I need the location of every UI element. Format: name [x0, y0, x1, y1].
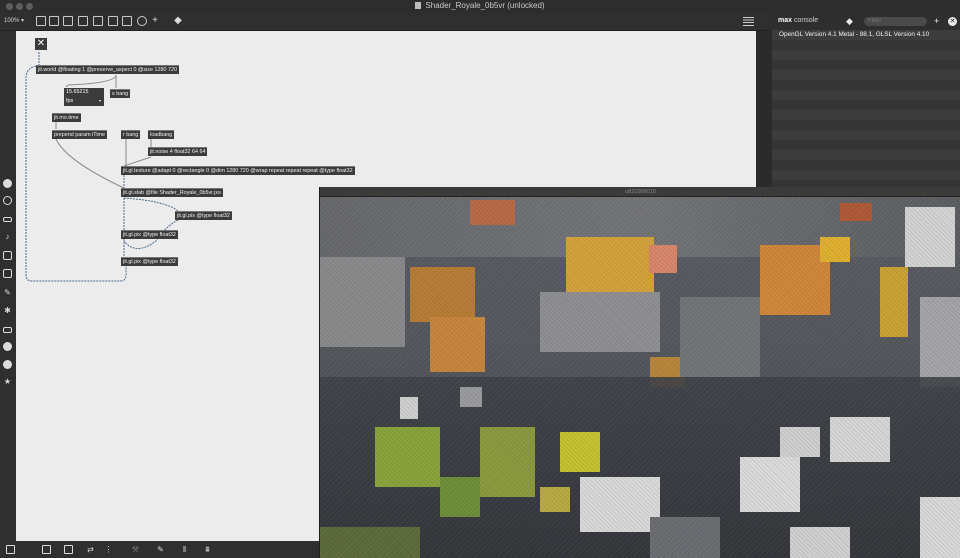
object-prepend[interactable]: prepend param iTime	[52, 130, 108, 139]
inspector-icon[interactable]	[3, 217, 12, 222]
cord-slab-pix-right[interactable]	[123, 197, 179, 212]
toggle-object-icon[interactable]	[108, 16, 118, 26]
debug-icon[interactable]	[3, 251, 12, 260]
fps-number-box[interactable]: 15.65215 fps ▾	[64, 88, 104, 106]
lock-icon[interactable]: ◆	[173, 16, 183, 26]
close-patch-button[interactable]: ✕	[35, 38, 47, 50]
cord-noise-texture[interactable]	[123, 156, 152, 167]
list-icon[interactable]: ⋮	[104, 545, 113, 554]
image-icon[interactable]	[3, 269, 12, 278]
left-sidebar: ♪ ✎ ✱ ★	[0, 31, 16, 541]
grid-icon[interactable]	[64, 545, 73, 554]
music-note-icon[interactable]: ♪	[3, 232, 12, 241]
console-header: max console ◆ + ✕	[772, 13, 960, 30]
fps-value: 15.65215	[66, 89, 89, 95]
object-jit-gl-texture[interactable]: jit.gl.texture @adapt 0 @rectangle 0 @di…	[121, 166, 355, 175]
chevron-down-icon: ▾	[98, 98, 101, 103]
debug-disabled-icon: ⚒	[131, 545, 140, 554]
object-jit-gl-pix-right[interactable]: jit.gl.pix @type float32	[175, 211, 232, 220]
render-window[interactable]: u821009010	[319, 187, 960, 558]
wrench-icon[interactable]: ✎	[156, 545, 165, 554]
dial-object-icon[interactable]	[137, 16, 147, 26]
console-line[interactable]: OpenGL Version 4.1 Metal - 88.1, GLSL Ve…	[779, 31, 929, 38]
document-icon	[415, 2, 422, 9]
add-icon[interactable]: +	[150, 16, 160, 26]
slider-object-icon[interactable]	[122, 16, 132, 26]
options-icon[interactable]: ◆	[846, 16, 853, 26]
object-jit-gl-slab[interactable]: jit.gl.slab @file Shader_Royale_0b5vr.jx…	[121, 188, 223, 197]
object-jit-gl-pix-bottom[interactable]: jit.gl.pix @type float32	[121, 257, 178, 266]
star-icon[interactable]: ★	[3, 377, 12, 386]
object-r-bang[interactable]: r bang	[121, 130, 141, 139]
max-label: max	[778, 17, 793, 24]
window-title: Shader_Royale_0b5vr (unlocked)	[0, 1, 960, 10]
presentation-mode-icon[interactable]	[42, 545, 51, 554]
object-s-bang[interactable]: s bang	[110, 89, 131, 98]
object-loadbang[interactable]: loadbang	[148, 130, 175, 139]
zoom-value: 100%	[4, 18, 20, 24]
cord-prepend-slab[interactable]	[55, 138, 127, 190]
patcher-toolbar: 100% ▾ + ◆	[0, 13, 772, 31]
fps-unit: fps	[66, 98, 74, 104]
console-filter-input[interactable]	[864, 17, 927, 26]
object-jit-noise[interactable]: jit.noise 4 float32 64 64	[148, 147, 208, 156]
console-title: console	[794, 17, 819, 24]
object-jit-mo-time[interactable]: jit.mo.time	[52, 113, 81, 122]
object-jit-world[interactable]: jit.world @floating 1 @preserve_aspect 0…	[36, 65, 179, 74]
object-jit-gl-pix-middle[interactable]: jit.gl.pix @type float32	[121, 230, 178, 239]
window-title-text: Shader_Royale_0b5vr (unlocked)	[425, 1, 545, 10]
gear-icon[interactable]: ✱	[3, 306, 12, 315]
bars-icon[interactable]: ‖	[180, 545, 189, 554]
render-output	[320, 197, 960, 558]
render-noise-overlay	[320, 197, 960, 558]
comment-icon[interactable]	[63, 16, 73, 26]
clip-icon[interactable]: ✎	[3, 288, 12, 297]
new-object-icon[interactable]	[49, 16, 59, 26]
swap-icon[interactable]: ⇄	[86, 545, 95, 554]
help-icon[interactable]	[3, 342, 12, 351]
cord-world-fps[interactable]	[65, 74, 117, 88]
button-object-icon[interactable]	[93, 16, 103, 26]
sidebar-menu-icon[interactable]	[743, 17, 754, 26]
clear-console-icon[interactable]: ✕	[948, 17, 957, 26]
target-icon[interactable]	[3, 196, 12, 205]
add-icon[interactable]: +	[934, 16, 939, 26]
title-bar: Shader_Royale_0b5vr (unlocked)	[0, 0, 960, 13]
edit-mode-icon[interactable]	[6, 545, 15, 554]
keyboard-icon[interactable]: ⩩	[203, 545, 212, 554]
link-icon[interactable]	[3, 327, 12, 333]
message-icon[interactable]	[78, 16, 88, 26]
package-icon[interactable]	[3, 179, 12, 188]
zoom-dropdown[interactable]: 100% ▾	[4, 17, 24, 24]
info-icon[interactable]	[3, 360, 12, 369]
chevron-down-icon: ▾	[21, 18, 25, 24]
presentation-icon[interactable]	[36, 16, 46, 26]
max-app-window: Shader_Royale_0b5vr (unlocked) 100% ▾ + …	[0, 0, 960, 558]
render-window-title: u821009010	[320, 187, 960, 197]
